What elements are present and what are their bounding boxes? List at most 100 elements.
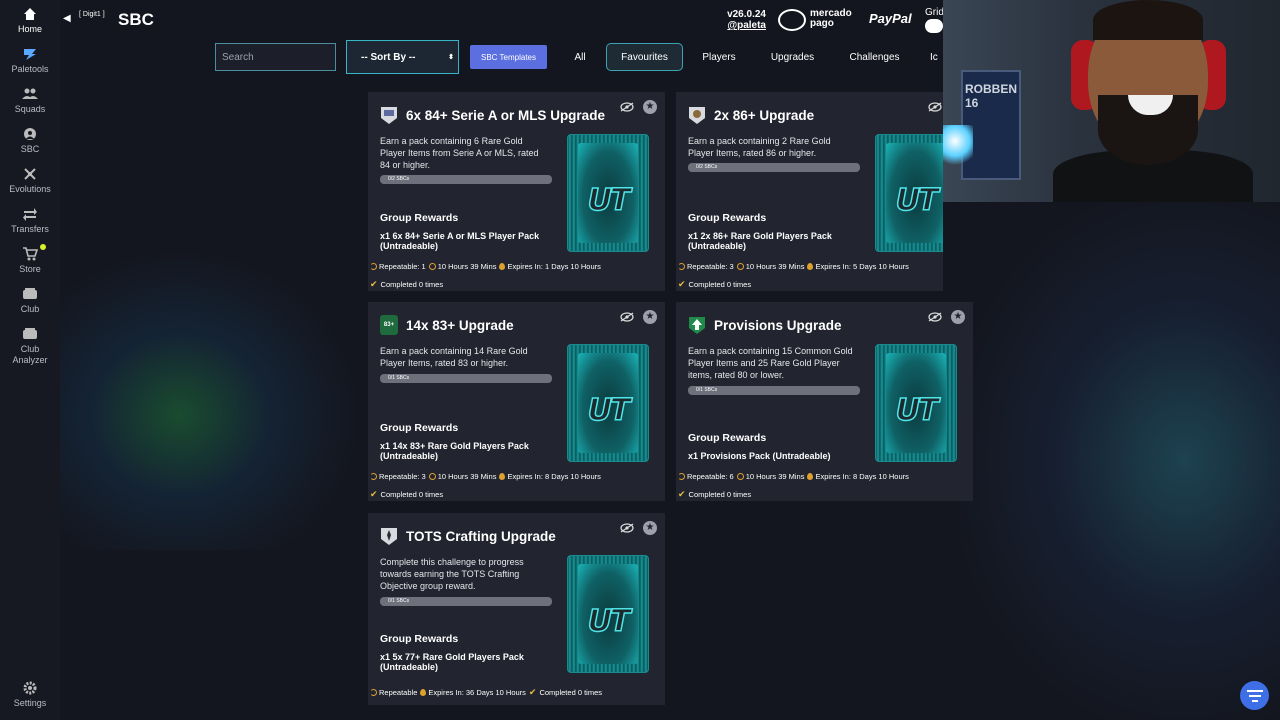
sidebar-item-club-analyzer[interactable]: Club Analyzer [0, 326, 60, 366]
help-chat-button[interactable] [1240, 681, 1269, 710]
card-meta: Repeatable: 3 10 Hours 39 Mins Expires I… [370, 472, 604, 481]
tab-upgrades[interactable]: Upgrades [761, 43, 824, 71]
card-completed: ✔ Completed 0 times [370, 279, 446, 290]
sidebar-item-paletools[interactable]: Paletools [0, 46, 60, 74]
hide-icon[interactable] [620, 312, 634, 322]
pack-image: UT [875, 344, 957, 462]
clock-icon [736, 263, 744, 270]
tab-all[interactable]: All [566, 43, 594, 71]
handshake-icon [778, 9, 806, 31]
notification-dot [40, 244, 46, 250]
jersey-text: ROBBEN 16 [965, 82, 1018, 110]
check-icon: ✔ [678, 489, 686, 499]
time-remaining: 10 Hours 39 Mins [745, 472, 805, 481]
card-meta: Repeatable: 1 10 Hours 39 Mins Expires I… [370, 262, 604, 271]
repeat-icon [370, 689, 377, 696]
sidebar-item-settings[interactable]: Settings [0, 680, 60, 708]
card-meta: Repeatable: 6 10 Hours 39 Mins Expires I… [678, 472, 912, 481]
favourite-star-button[interactable]: ★ [643, 521, 657, 535]
card-completed: ✔ Completed 0 times [370, 489, 446, 500]
sidebar-item-evolutions[interactable]: Evolutions [0, 166, 60, 194]
chevron-down-icon: ⬍ [448, 54, 454, 61]
mercado-pago-label: mercado pago [810, 9, 852, 29]
check-icon: ✔ [528, 687, 537, 697]
expiry-icon [499, 263, 506, 270]
tab-icons[interactable]: Ic [930, 43, 943, 71]
sidebar-item-squads[interactable]: Squads [0, 86, 60, 114]
mercado-pago-line2: pago [810, 18, 834, 29]
clock-icon [428, 473, 436, 480]
league-badge-icon [380, 105, 398, 125]
sidebar-item-label: Paletools [11, 64, 49, 74]
time-remaining: 10 Hours 39 Mins [437, 262, 497, 271]
sidebar-item-label: Transfers [11, 224, 49, 234]
grid-label: Grid [925, 7, 944, 18]
sort-select-label: -- Sort By -- [361, 51, 416, 63]
tab-challenges[interactable]: Challenges [840, 43, 909, 71]
sidebar-item-store[interactable]: Store [0, 244, 60, 274]
sbc-card[interactable]: 83+ 14x 83+ Upgrade ★ Earn a pack contai… [368, 302, 665, 501]
card-title: 14x 83+ Upgrade [406, 317, 514, 333]
check-icon: ✔ [370, 279, 378, 289]
group-rewards-label: Group Rewards [380, 422, 459, 434]
check-icon: ✔ [370, 489, 378, 499]
favourite-star-button[interactable]: ★ [643, 100, 657, 114]
grid-toggle[interactable] [925, 19, 943, 33]
expiry-icon [807, 473, 814, 480]
sbc-templates-button[interactable]: SBC Templates [470, 45, 547, 69]
card-completed: ✔ Completed 0 times [678, 279, 754, 290]
sidebar: Home Paletools Squads SBC Evolutions Tra… [0, 0, 60, 720]
sort-select[interactable]: -- Sort By -- ⬍ [346, 40, 459, 74]
back-button[interactable]: ◀ [63, 13, 71, 24]
search-input[interactable] [215, 43, 336, 71]
sidebar-item-club[interactable]: Club [0, 286, 60, 314]
hide-icon[interactable] [620, 102, 634, 112]
mercado-pago-link[interactable]: mercado pago [778, 8, 860, 32]
repeatable-text: Repeatable [379, 688, 418, 697]
card-meta: Repeatable Expires In: 36 Days 10 Hours … [370, 687, 605, 698]
progress-bar: 0/2 SBCs [688, 163, 860, 172]
sidebar-item-sbc[interactable]: SBC [0, 126, 60, 154]
repeatable-text: Repeatable: 6 [687, 472, 734, 481]
card-title: Provisions Upgrade [714, 317, 842, 333]
sbc-card[interactable]: 2x 86+ Upgrade Earn a pack containing 2 … [676, 92, 943, 291]
card-title: TOTS Crafting Upgrade [406, 528, 556, 544]
ut-logo: UT [587, 392, 631, 429]
sbc-card[interactable]: 6x 84+ Serie A or MLS Upgrade ★ Earn a p… [368, 92, 665, 291]
hide-icon[interactable] [620, 523, 634, 533]
check-icon: ✔ [678, 279, 686, 289]
expires-text: Expires In: 8 Days 10 Hours [815, 472, 909, 481]
sidebar-item-home[interactable]: Home [0, 6, 60, 34]
menu-lines-icon [1246, 689, 1263, 702]
author-handle-link[interactable]: @paleta [722, 20, 766, 31]
favourite-star-button[interactable]: ★ [643, 310, 657, 324]
completed-text: Completed 0 times [688, 280, 752, 289]
hide-icon[interactable] [928, 312, 942, 322]
paypal-link[interactable]: PayPal [869, 11, 912, 26]
repeatable-text: Repeatable: 1 [379, 262, 426, 271]
evolutions-icon [24, 168, 36, 180]
expiry-icon [499, 473, 506, 480]
club-icon [23, 288, 37, 299]
home-icon [24, 8, 36, 20]
gear-icon [23, 681, 37, 695]
progress-label: 0/2 SBCs [696, 164, 718, 170]
sbc-card[interactable]: TOTS Crafting Upgrade ★ Complete this ch… [368, 513, 665, 705]
reward-item: x1 2x 86+ Rare Gold Players Pack (Untrad… [688, 231, 832, 251]
reward-item: x1 14x 83+ Rare Gold Players Pack (Untra… [380, 441, 529, 461]
clock-icon [428, 263, 436, 270]
tab-favourites[interactable]: Favourites [606, 43, 683, 71]
expires-text: Expires In: 8 Days 10 Hours [507, 472, 601, 481]
hide-icon[interactable] [928, 102, 942, 112]
tots-badge-icon [380, 526, 398, 546]
version-info: v26.0.24 @paleta [722, 9, 766, 31]
favourite-star-button[interactable]: ★ [951, 310, 965, 324]
squads-icon [22, 88, 38, 99]
tab-players[interactable]: Players [694, 43, 744, 71]
paletools-icon [24, 49, 36, 60]
progress-bar: 0/1 SBCs [380, 597, 552, 606]
card-header: TOTS Crafting Upgrade [380, 526, 556, 546]
sbc-card[interactable]: Provisions Upgrade ★ Earn a pack contain… [676, 302, 973, 501]
progress-bar: 0/1 SBCs [380, 374, 552, 383]
sidebar-item-transfers[interactable]: Transfers [0, 206, 60, 234]
